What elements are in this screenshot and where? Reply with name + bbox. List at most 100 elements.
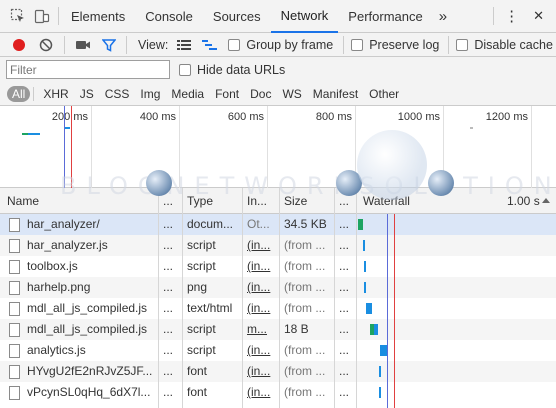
cell-name: har_analyzer/: [27, 217, 100, 231]
filter-icon[interactable]: [99, 35, 119, 55]
table-row[interactable]: harhelp.png... png (in... (from ......: [0, 277, 556, 298]
table-row[interactable]: har_analyzer.js... script (in... (from ....…: [0, 235, 556, 256]
column-header-waterfall[interactable]: Waterfall: [359, 188, 459, 214]
kebab-menu-icon[interactable]: ⋮: [494, 0, 529, 33]
cell-initiator[interactable]: (in...: [243, 235, 279, 256]
file-icon: [9, 281, 20, 295]
column-header-name[interactable]: Name: [3, 188, 158, 214]
tab-sources[interactable]: Sources: [203, 0, 271, 33]
waterfall-bar: [364, 261, 366, 272]
cell-initiator[interactable]: (in...: [243, 382, 279, 403]
type-filter-xhr[interactable]: XHR: [39, 86, 72, 102]
table-row[interactable]: toolbox.js... script (in... (from ......: [0, 256, 556, 277]
cell-method: ...: [163, 385, 174, 399]
tab-console[interactable]: Console: [135, 0, 203, 33]
overview-gridline: [531, 106, 532, 188]
cell-initiator[interactable]: (in...: [243, 298, 279, 319]
file-icon: [9, 239, 20, 253]
device-toolbar-icon[interactable]: [32, 6, 52, 26]
overview-gridline: [179, 106, 180, 188]
column-header-method[interactable]: ...: [159, 188, 183, 214]
tab-performance[interactable]: Performance: [338, 0, 432, 33]
cell-size: (from ...: [284, 280, 326, 294]
inspect-element-icon[interactable]: [8, 6, 28, 26]
type-filter-font[interactable]: Font: [211, 86, 243, 102]
type-filter-css[interactable]: CSS: [101, 86, 134, 102]
cell-time: ...: [339, 217, 350, 231]
cell-time: ...: [339, 343, 350, 357]
table-row[interactable]: analytics.js... script (in... (from ......: [0, 340, 556, 361]
cell-time: ...: [339, 385, 350, 399]
column-header-time[interactable]: ...: [335, 188, 357, 214]
cell-initiator[interactable]: (in...: [243, 277, 279, 298]
overview-gridline: [91, 106, 92, 188]
type-filter-media[interactable]: Media: [167, 86, 208, 102]
cell-method: ...: [163, 259, 174, 273]
clear-icon[interactable]: [36, 35, 56, 55]
table-row[interactable]: mdl_all_js_compiled.js... text/html (in...…: [0, 298, 556, 319]
tab-network[interactable]: Network: [270, 0, 339, 33]
table-row[interactable]: har_analyzer/... docum... Ot... 34.5 KB...: [0, 214, 556, 235]
checkbox-icon[interactable]: [179, 64, 191, 76]
type-filter-ws[interactable]: WS: [278, 86, 305, 102]
cell-size: (from ...: [284, 301, 326, 315]
overview-tick-label: 1200 ms: [485, 111, 528, 123]
cell-name: toolbox.js: [27, 259, 78, 273]
divider: [64, 35, 65, 54]
cell-type: font: [187, 364, 208, 378]
divider: [343, 35, 345, 54]
cell-initiator[interactable]: (in...: [243, 361, 279, 382]
table-row[interactable]: mdl_all_js_compiled.js... script m... 18 B.…: [0, 319, 556, 340]
cell-initiator[interactable]: (in...: [243, 256, 279, 277]
column-divider: [242, 188, 243, 408]
type-filter-all[interactable]: All: [7, 85, 31, 102]
column-header-initiator[interactable]: In...: [243, 188, 279, 214]
cell-name: harhelp.png: [27, 280, 91, 294]
type-filter-js[interactable]: JS: [76, 86, 98, 102]
cell-method: ...: [163, 238, 174, 252]
checkbox-icon[interactable]: [228, 38, 241, 51]
cell-type: script: [187, 343, 216, 357]
more-tabs-button[interactable]: »: [433, 0, 453, 33]
cell-initiator[interactable]: Ot...: [243, 214, 279, 235]
waterfall-bar: [379, 387, 381, 398]
view-label: View:: [138, 37, 169, 52]
waterfall-overview-icon[interactable]: [200, 35, 220, 55]
table-row[interactable]: HYvgU2fE2nRJvZ5JF...... font (in... (from .…: [0, 361, 556, 382]
cell-method: ...: [163, 322, 174, 336]
network-overview[interactable]: 200 ms 400 ms 600 ms 800 ms 1000 ms 1200…: [0, 106, 556, 188]
video-camera-icon[interactable]: [73, 35, 93, 55]
disable-cache-checkbox[interactable]: Disable cache: [456, 38, 553, 52]
tab-elements[interactable]: Elements: [61, 0, 135, 33]
column-divider: [334, 188, 335, 408]
group-by-frame-checkbox[interactable]: Group by frame: [228, 38, 333, 52]
type-filter-img[interactable]: Img: [136, 86, 164, 102]
hide-data-urls-checkbox[interactable]: Hide data URLs: [179, 63, 285, 77]
table-row[interactable]: vPcynSL0qHq_6dX7l...... font (in... (from .…: [0, 382, 556, 403]
sort-arrow-icon[interactable]: [540, 188, 554, 214]
cell-size: (from ...: [284, 385, 326, 399]
cell-size: (from ...: [284, 343, 326, 357]
group-by-frame-label: Group by frame: [246, 37, 334, 52]
cell-type: font: [187, 385, 208, 399]
type-filter-other[interactable]: Other: [365, 86, 403, 102]
type-filter-manifest[interactable]: Manifest: [309, 86, 362, 102]
cell-name: mdl_all_js_compiled.js: [27, 322, 148, 336]
cell-type: script: [187, 259, 216, 273]
waterfall-bar: [366, 303, 372, 314]
column-header-type[interactable]: Type: [183, 188, 243, 214]
dom-content-loaded-marker: [387, 214, 388, 408]
preserve-log-checkbox[interactable]: Preserve log: [351, 38, 439, 52]
cell-initiator[interactable]: m...: [243, 319, 279, 340]
filter-row: Hide data URLs: [0, 57, 556, 82]
large-rows-icon[interactable]: [174, 35, 194, 55]
cell-size: (from ...: [284, 238, 326, 252]
record-button[interactable]: [9, 35, 29, 55]
close-icon[interactable]: ✕: [529, 0, 548, 33]
checkbox-icon[interactable]: [456, 38, 469, 51]
checkbox-icon[interactable]: [351, 38, 364, 51]
column-header-size[interactable]: Size: [280, 188, 335, 214]
type-filter-doc[interactable]: Doc: [246, 86, 275, 102]
cell-initiator[interactable]: (in...: [243, 340, 279, 361]
filter-input[interactable]: [6, 60, 170, 79]
